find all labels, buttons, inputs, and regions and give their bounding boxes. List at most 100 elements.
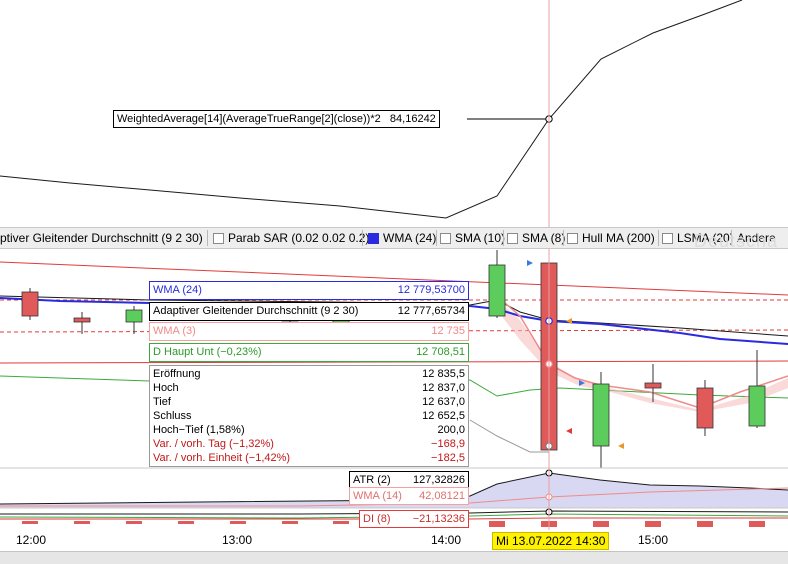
tooltip-wma24-label: WMA (24) (153, 284, 202, 296)
candle-down[interactable] (644, 382, 662, 389)
tooltip-wma14: WMA (14) 42,08121 (349, 487, 469, 505)
tooltip-atr-label: ATR (2) (353, 474, 391, 486)
tooltip-wma24-value: 12 779,53700 (397, 284, 465, 296)
tooltip-di-value: −21,13236 (412, 513, 465, 525)
legend-item-parab-sar[interactable]: Parab SAR (0.02 0.02 0.2) (209, 230, 373, 246)
ohlc-value: 12 837,0 (422, 382, 465, 394)
ohlc-row: Hoch−Tief (1,58%) 200,0 (150, 423, 468, 437)
legend-checkbox-lsma[interactable] (662, 232, 673, 244)
marker-blue-1 (527, 260, 533, 266)
tooltip-wma3-label: WMA (3) (153, 325, 196, 337)
tooltip-wma3-value: 12 735 (431, 325, 465, 337)
tooltip-wma3: WMA (3) 12 735 (149, 322, 469, 341)
crosshair-time-label: Mi 13.07.2022 14:30 (492, 532, 610, 550)
tooltip-di: DI (8) −21,13236 (359, 510, 469, 528)
di-bar (74, 521, 90, 524)
candle-down[interactable] (21, 291, 39, 317)
legend-label-sma10: SMA (10) (455, 231, 506, 245)
legend-item-sma10[interactable]: SMA (10) (436, 230, 509, 246)
di-bar (489, 521, 505, 527)
di-bar (178, 521, 194, 524)
ohlc-value: −168,9 (431, 438, 465, 450)
tooltip-d-haupt-value: 12 708,51 (416, 346, 465, 358)
di-bar (230, 521, 246, 524)
ohlc-label: Schluss (153, 410, 192, 422)
ohlc-label: Hoch (153, 382, 179, 394)
time-tick: 15:00 (638, 533, 669, 547)
ohlc-value: 12 637,0 (422, 396, 465, 408)
legend-item-sma8[interactable]: SMA (8) (503, 230, 569, 246)
ohlc-row: Var. / vorh. Einheit (−1,42%) −182,5 (150, 451, 468, 465)
di-bar (333, 521, 349, 524)
ohlc-value: 12 652,5 (422, 410, 465, 422)
ohlc-label: Hoch−Tief (1,58%) (153, 424, 245, 436)
horizontal-scrollbar[interactable] (0, 551, 788, 564)
tooltip-adaptive-value: 12 777,65734 (397, 305, 465, 317)
candle-up[interactable] (125, 309, 143, 323)
legend-label-sma8: SMA (8) (522, 231, 566, 245)
marker-red-1 (566, 428, 572, 434)
legend-separator (207, 230, 208, 246)
time-tick: 12:00 (16, 533, 47, 547)
ohlc-value: −182,5 (431, 452, 465, 464)
candle-down[interactable] (73, 317, 91, 323)
tooltip-adaptive-label: Adaptiver Gleitender Durchschnitt (9 2 3… (153, 305, 359, 317)
candle-up[interactable] (592, 383, 610, 447)
ohlc-row: Tief 12 637,0 (150, 395, 468, 409)
di-bar (645, 521, 661, 527)
legend-item-adaptive[interactable]: ptiver Gleitender Durchschnitt (9 2 30) (0, 230, 207, 246)
watermark-text: Deutscha (694, 231, 779, 251)
time-tick: 14:00 (431, 533, 462, 547)
legend-checkbox-hull-ma[interactable] (567, 232, 578, 244)
chart-window: WeightedAverage[14](AverageTrueRange[2](… (0, 0, 788, 564)
di-bar (126, 521, 142, 524)
di-bar (22, 521, 38, 524)
tooltip-d-haupt: D Haupt Unt (−0,23%) 12 708,51 (149, 343, 469, 362)
ohlc-value: 200,0 (437, 424, 465, 436)
indicator-label-box: WeightedAverage[14](AverageTrueRange[2](… (113, 110, 440, 128)
legend-label-hull-ma: Hull MA (200) (582, 231, 655, 245)
candle-up[interactable] (488, 264, 506, 317)
legend-separator (362, 230, 363, 246)
tooltip-wma24: WMA (24) 12 779,53700 (149, 281, 469, 300)
tooltip-d-haupt-label: D Haupt Unt (−0,23%) (153, 346, 262, 358)
legend-checkbox-wma24[interactable] (368, 232, 379, 244)
legend-checkbox-sma8[interactable] (507, 232, 518, 244)
legend-item-wma24[interactable]: WMA (24) (364, 230, 440, 246)
marker-orange-2 (618, 443, 624, 449)
top-indicator-panel (0, 0, 743, 219)
legend-label-parab-sar: Parab SAR (0.02 0.02 0.2) (228, 231, 370, 245)
ohlc-row: Hoch 12 837,0 (150, 381, 468, 395)
weighted-atr-line (0, 0, 743, 219)
di-bar (697, 521, 713, 527)
ohlc-row: Var. / vorh. Tag (−1,32%) −168,9 (150, 437, 468, 451)
candle-up[interactable] (748, 385, 766, 427)
tooltip-wma14-value: 42,08121 (419, 490, 465, 502)
ohlc-label: Eröffnung (153, 368, 201, 380)
candle-down[interactable] (696, 387, 714, 429)
di-bar (593, 521, 609, 527)
tooltip-di-label: DI (8) (363, 513, 391, 525)
ohlc-label: Tief (153, 396, 171, 408)
legend-checkbox-parab-sar[interactable] (213, 232, 224, 244)
tooltip-wma14-label: WMA (14) (353, 490, 402, 502)
ohlc-label: Var. / vorh. Einheit (−1,42%) (153, 452, 291, 464)
ohlc-label: Var. / vorh. Tag (−1,32%) (153, 438, 274, 450)
di-bar (749, 521, 765, 527)
tooltip-adaptive: Adaptiver Gleitender Durchschnitt (9 2 3… (149, 302, 469, 321)
time-tick: 13:00 (222, 533, 253, 547)
indicator-formula: WeightedAverage[14](AverageTrueRange[2](… (117, 113, 381, 125)
ohlc-value: 12 835,5 (422, 368, 465, 380)
legend-label-adaptive: ptiver Gleitender Durchschnitt (9 2 30) (0, 231, 203, 245)
ohlc-row: Schluss 12 652,5 (150, 409, 468, 423)
time-axis: 12:00 13:00 14:00 15:00 (0, 529, 788, 551)
legend-item-hull-ma[interactable]: Hull MA (200) (563, 230, 659, 246)
ohlc-row: Eröffnung 12 835,5 (150, 367, 468, 381)
legend-checkbox-sma10[interactable] (440, 232, 451, 244)
indicator-legend-strip: ptiver Gleitender Durchschnitt (9 2 30) … (0, 227, 788, 249)
indicator-value: 84,16242 (389, 113, 436, 125)
legend-label-wma24: WMA (24) (383, 231, 437, 245)
tooltip-ohlc: Eröffnung 12 835,5 Hoch 12 837,0 Tief 12 637,… (149, 365, 469, 467)
tooltip-atr-value: 127,32826 (413, 474, 465, 486)
gray-band-line (469, 419, 549, 453)
